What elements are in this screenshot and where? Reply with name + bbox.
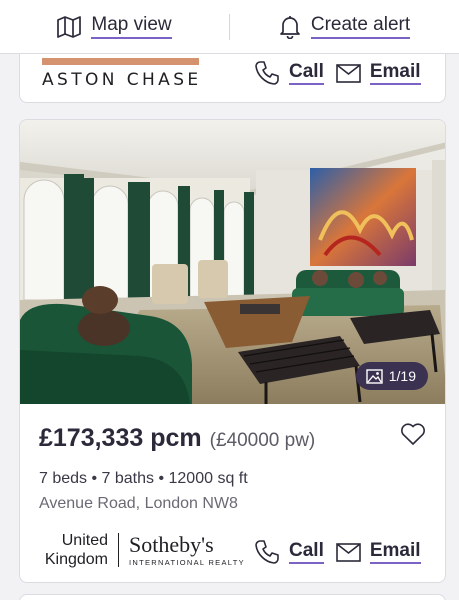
create-alert-label: Create alert — [310, 14, 411, 39]
price-monthly: £173,333 pcm — [39, 424, 202, 452]
image-icon — [366, 368, 383, 384]
email-button[interactable]: Email — [336, 61, 421, 85]
call-button[interactable]: Call — [254, 539, 324, 565]
agent-logo-aston-chase[interactable]: ASTON CHASE — [42, 58, 199, 90]
price: £173,333 pcm (£40000 pw) — [39, 424, 315, 453]
email-label: Email — [369, 540, 421, 564]
contact-actions: Call Email — [254, 60, 421, 86]
agent-region-line2: Kingdom — [44, 551, 108, 568]
agent-logo-text: ASTON CHASE — [42, 70, 202, 90]
phone-icon — [255, 540, 279, 564]
call-label: Call — [289, 61, 324, 85]
mail-icon — [336, 542, 361, 562]
save-favourite-button[interactable] — [400, 422, 426, 451]
agent-wordmark: Sotheby's INTERNATIONAL REALTY — [129, 531, 245, 567]
listing-photo[interactable]: 1/19 — [20, 120, 445, 404]
bell-icon — [280, 15, 300, 39]
call-button[interactable]: Call — [254, 60, 324, 86]
contact-actions: Call Email — [254, 539, 421, 565]
heart-icon — [401, 423, 425, 445]
top-bar: Map view Create alert — [0, 0, 459, 54]
agent-logo-sothebys[interactable]: United Kingdom Sotheby's INTERNATIONAL R… — [36, 530, 245, 570]
mail-icon — [336, 63, 361, 83]
email-button[interactable]: Email — [336, 540, 421, 564]
phone-icon — [255, 61, 279, 85]
logo-bar — [42, 58, 199, 65]
create-alert-button[interactable]: Create alert — [230, 0, 459, 53]
agent-logo-divider — [118, 533, 119, 567]
map-view-label: Map view — [91, 14, 172, 39]
listing-specs: 7 beds • 7 baths • 12000 sq ft — [39, 470, 248, 487]
agent-region: United Kingdom — [36, 531, 108, 569]
agent-name: Sotheby's — [129, 531, 214, 557]
map-icon — [57, 15, 82, 38]
photo-counter: 1/19 — [388, 368, 416, 384]
map-view-button[interactable]: Map view — [0, 0, 229, 53]
email-label: Email — [369, 61, 421, 85]
call-label: Call — [289, 540, 324, 564]
agent-subtitle: INTERNATIONAL REALTY — [129, 557, 245, 567]
listing-address: Avenue Road, London NW8 — [39, 495, 238, 512]
listing-card[interactable]: 1/19 £173,333 pcm (£40000 pw) 7 beds • 7… — [19, 119, 446, 583]
agent-region-line1: United — [61, 532, 108, 549]
price-weekly: (£40000 pw) — [209, 430, 316, 451]
listing-card-next[interactable] — [19, 594, 446, 600]
photo-counter-badge[interactable]: 1/19 — [355, 362, 428, 390]
